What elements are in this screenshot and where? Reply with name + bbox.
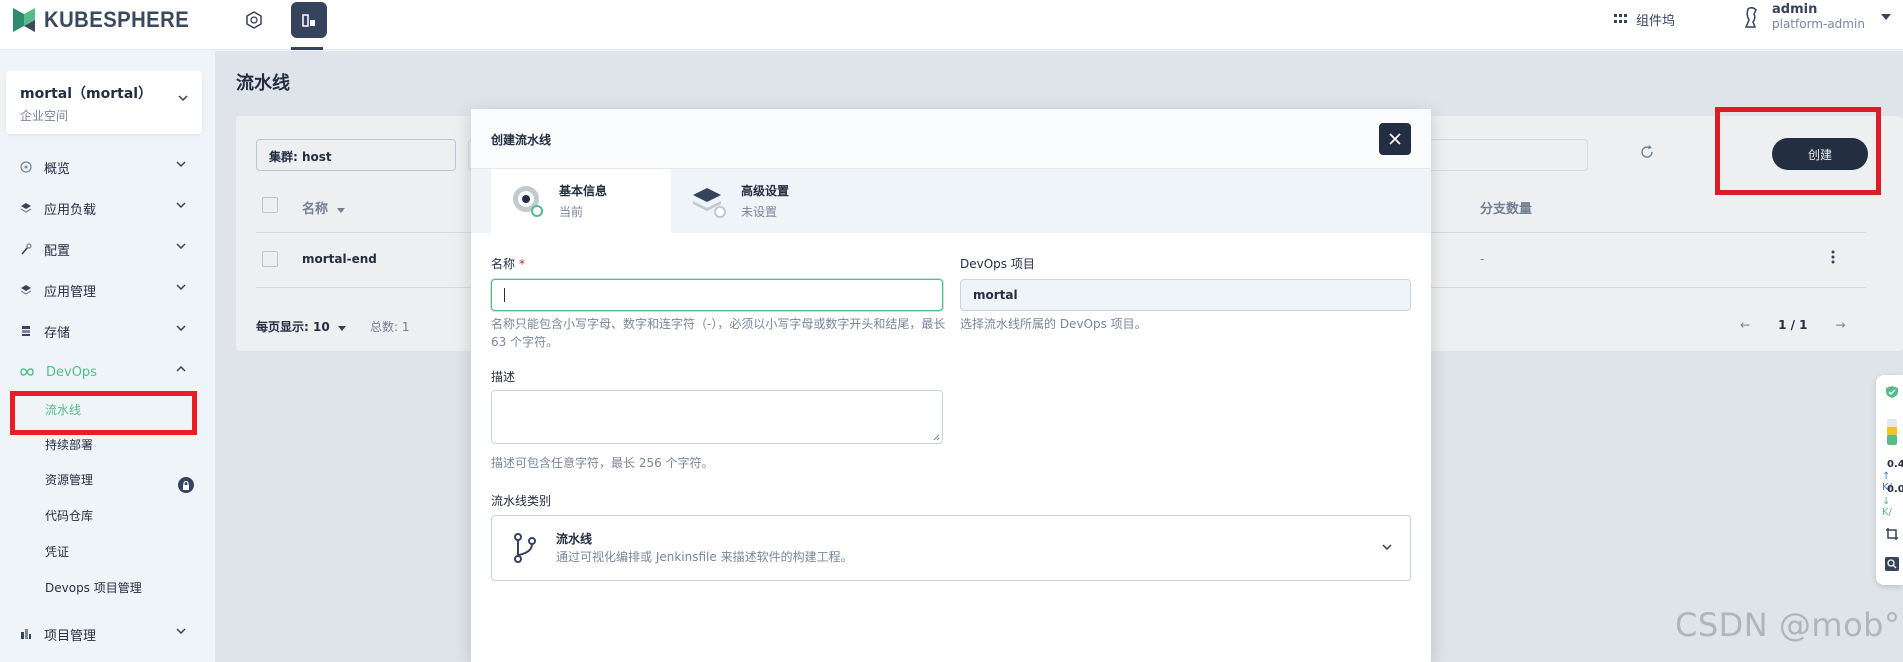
caret-down-icon	[1880, 14, 1891, 20]
chevron-down-icon	[176, 161, 186, 167]
step1-subtitle: 当前	[559, 205, 584, 219]
shield-check-icon	[1886, 386, 1898, 398]
user-role: platform-admin	[1772, 17, 1865, 31]
name-label: 名称 *	[491, 257, 526, 271]
workbench-icon	[302, 14, 315, 27]
devops-project-field: mortal	[960, 279, 1411, 311]
user-menu[interactable]: admin platform-admin	[1742, 2, 1891, 32]
resize-handle-icon[interactable]	[933, 434, 940, 441]
name-hint: 名称只能包含小写字母、数字和连字符（-），必须以小写字母或数字开头和结尾，最长 …	[491, 317, 946, 349]
infinity-icon	[20, 368, 34, 376]
cube-icon	[246, 11, 262, 29]
sidebar-item-devops[interactable]: DevOps	[0, 358, 215, 386]
step1-title: 基本信息	[559, 184, 608, 198]
tab-basic-info[interactable]: 基本信息 当前	[491, 169, 671, 233]
sidebar-item-label: 概览	[44, 161, 71, 177]
sidebar: mortal（mortal） 企业空间 概览 应用负载 配置 应用管理 存储 D…	[0, 51, 215, 662]
sidebar-item-label: DevOps	[46, 364, 97, 380]
create-pipeline-modal: 创建流水线 基本信息 当前 高级设置 未设置 名称 * 名称只能包含小写字母、数…	[471, 109, 1431, 662]
pipeline-type-select[interactable]: 流水线 通过可视化编排或 Jenkinsfile 来描述软件的构建工程。	[491, 515, 1411, 581]
kubesphere-logo-icon	[13, 8, 35, 32]
pipeline-type-title: 流水线	[556, 532, 593, 546]
user-name: admin	[1772, 2, 1818, 17]
step2-subtitle: 未设置	[741, 205, 778, 219]
sidebar-subitem-resource-management[interactable]: 资源管理	[45, 470, 93, 490]
tab-advanced-settings[interactable]: 高级设置 未设置	[671, 169, 851, 233]
sidebar-item-workloads[interactable]: 应用负载	[0, 194, 215, 222]
sidebar-item-config[interactable]: 配置	[0, 235, 215, 263]
components-button[interactable]: 组件坞	[1602, 8, 1687, 30]
chevron-down-icon	[178, 95, 188, 101]
branch-icon	[514, 533, 536, 563]
pipeline-type-label: 流水线类别	[491, 494, 552, 508]
sidebar-item-overview[interactable]: 概览	[0, 153, 215, 181]
modal-header: 创建流水线	[471, 109, 1431, 169]
gauge-icon	[1887, 419, 1897, 445]
description-hint: 描述可包含任意字符，最长 256 个字符。	[491, 456, 714, 470]
chevron-up-icon	[176, 366, 186, 372]
sidebar-item-label: 项目管理	[44, 628, 97, 644]
avatar-icon	[1744, 6, 1757, 28]
required-mark: *	[519, 257, 526, 271]
search-icon[interactable]	[1885, 557, 1899, 571]
layers-icon	[20, 285, 32, 295]
sidebar-item-label: 配置	[44, 243, 71, 259]
sidebar-item-app-management[interactable]: 应用管理	[0, 276, 215, 304]
grid-icon	[1614, 14, 1627, 23]
close-icon	[1389, 133, 1401, 145]
sidebar-item-label: 存储	[44, 325, 71, 341]
modal-title: 创建流水线	[491, 133, 552, 147]
chart-icon	[21, 629, 31, 639]
storage-icon	[22, 326, 30, 336]
advanced-settings-step-icon	[693, 188, 726, 218]
chevron-down-icon	[176, 202, 186, 208]
devops-project-hint: 选择流水线所属的 DevOps 项目。	[960, 317, 1147, 331]
active-nav-indicator	[291, 47, 323, 50]
chevron-down-icon	[176, 243, 186, 249]
workspace-title: mortal（mortal）	[20, 86, 153, 102]
upload-rate: 0.4	[1887, 459, 1903, 470]
kubesphere-logo[interactable]: KUBESPHERE	[10, 6, 202, 34]
platform-nav-button[interactable]	[236, 2, 272, 38]
description-textarea[interactable]	[491, 390, 943, 444]
highlight-box-pipelines	[10, 391, 197, 435]
crop-icon[interactable]	[1885, 527, 1899, 541]
chevron-down-icon	[176, 325, 186, 331]
workspace-subtitle: 企业空间	[20, 109, 69, 123]
sidebar-item-label: 应用负载	[44, 202, 97, 218]
step-tabs: 基本信息 当前 高级设置 未设置	[471, 169, 1431, 233]
text-caret	[504, 288, 505, 302]
basic-info-step-icon	[513, 186, 543, 217]
chevron-down-icon	[176, 284, 186, 290]
watermark: CSDN @mob°	[1675, 606, 1901, 644]
wrench-icon	[21, 243, 32, 255]
download-rate: 0.0	[1887, 484, 1903, 495]
chevron-down-icon	[176, 628, 186, 634]
lock-icon	[178, 477, 194, 493]
monitor-widget[interactable]: 0.4 ↑ K/ 0.0 ↓ K/	[1876, 375, 1903, 585]
sidebar-subitem-credentials[interactable]: 凭证	[45, 542, 69, 562]
pipeline-type-desc: 通过可视化编排或 Jenkinsfile 来描述软件的构建工程。	[556, 550, 853, 564]
step2-title: 高级设置	[741, 184, 790, 198]
devops-project-label: DevOps 项目	[960, 257, 1035, 271]
sidebar-subitem-code-repos[interactable]: 代码仓库	[45, 506, 93, 526]
sidebar-item-storage[interactable]: 存储	[0, 317, 215, 345]
description-label: 描述	[491, 370, 516, 384]
close-button[interactable]	[1379, 123, 1411, 155]
top-bar: KUBESPHERE 组件坞 admin platform-admin	[0, 0, 1903, 50]
name-input[interactable]	[491, 279, 943, 311]
chevron-down-icon	[1382, 544, 1392, 550]
components-label: 组件坞	[1636, 13, 1676, 29]
workspace-selector[interactable]: mortal（mortal） 企业空间	[6, 71, 202, 134]
sidebar-subitem-continuous-deployment[interactable]: 持续部署	[45, 435, 93, 455]
sidebar-item-project-management[interactable]: 项目管理	[0, 620, 215, 648]
sidebar-subitem-devops-project-management[interactable]: Devops 项目管理	[45, 578, 142, 598]
dashboard-icon	[20, 161, 32, 173]
logo-text: KUBESPHERE	[44, 7, 190, 32]
workbench-nav-button[interactable]	[291, 2, 327, 38]
sidebar-item-label: 应用管理	[44, 284, 97, 300]
download-unit: ↓ K/	[1882, 496, 1892, 518]
layers-icon	[20, 203, 32, 213]
